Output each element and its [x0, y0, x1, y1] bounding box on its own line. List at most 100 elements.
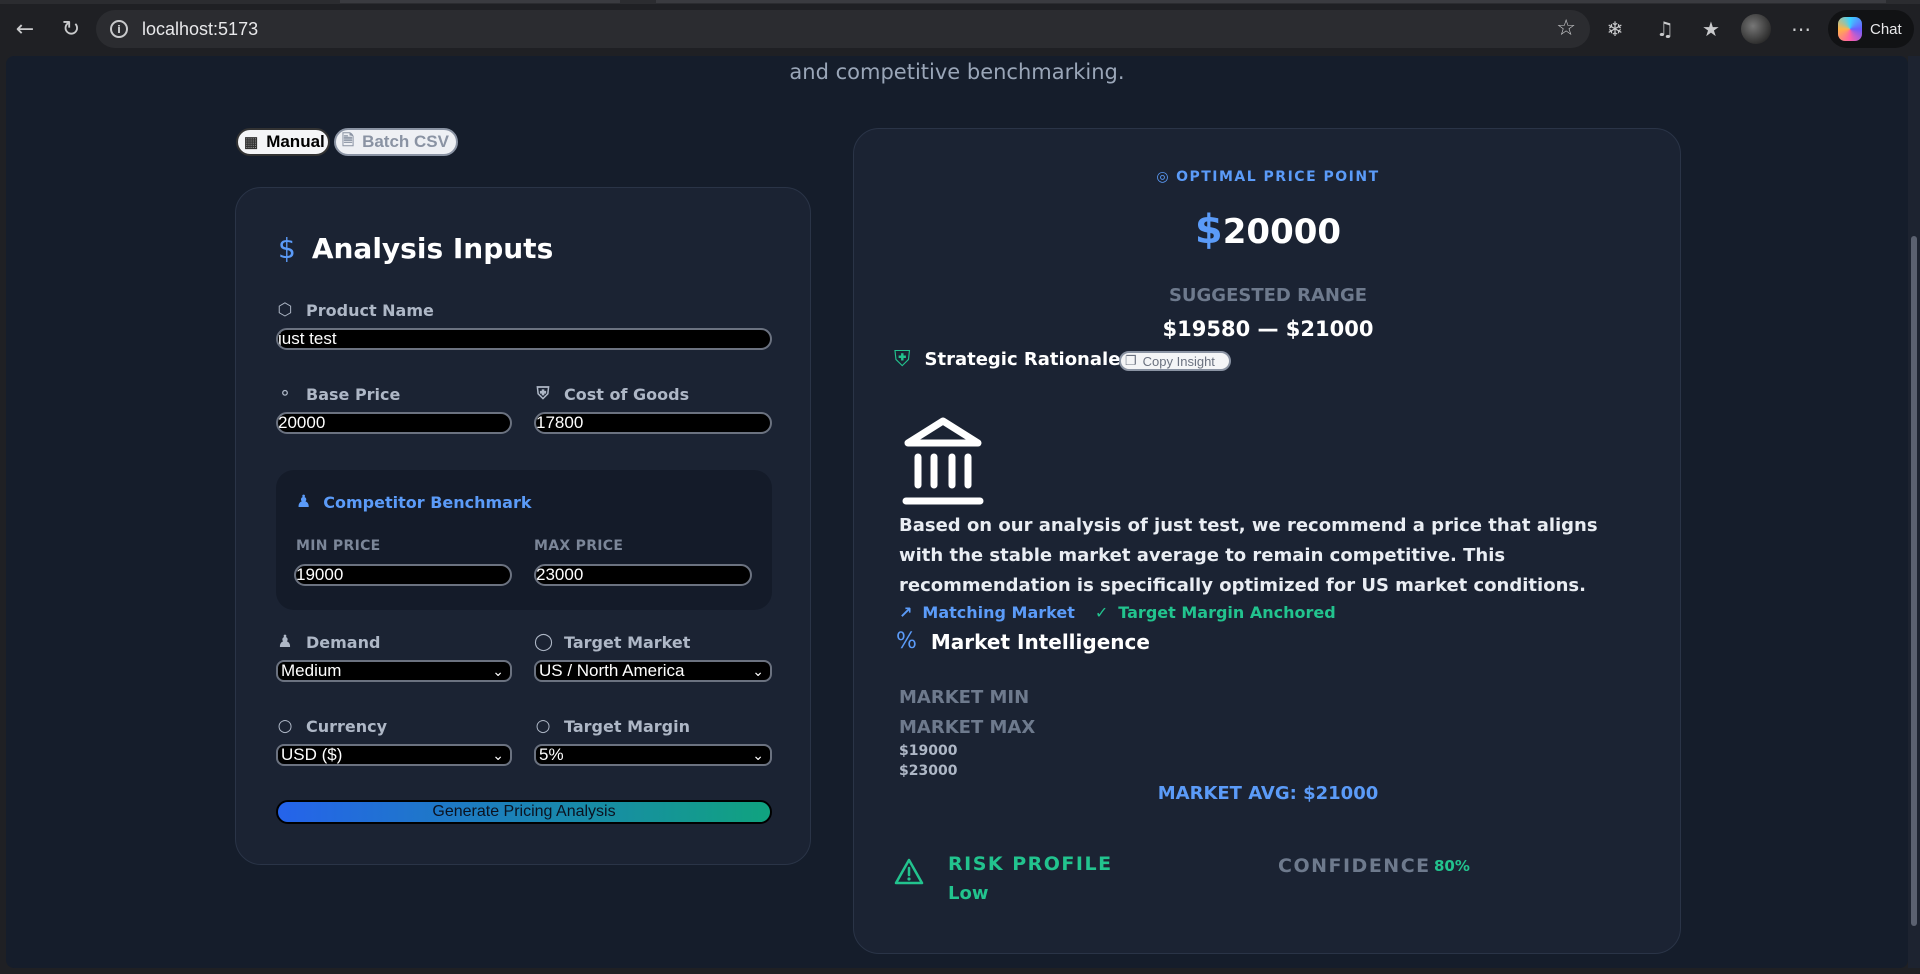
risk-profile-label: RISK PROFILE [948, 853, 1113, 875]
globe-icon: ◯ [534, 632, 554, 652]
copy-icon: ❐ [1125, 353, 1137, 368]
rationale-text: Based on our analysis of just test, we r… [899, 515, 1598, 596]
tab-indicator[interactable] [656, 0, 1886, 3]
base-price-label-text: Base Price [306, 384, 401, 404]
demand-label: ♟ Demand [276, 632, 380, 652]
margin-anchored-text: Target Margin Anchored [1118, 603, 1336, 622]
inputs-title: Analysis Inputs [311, 232, 554, 265]
cost-of-goods-label-text: Cost of Goods [564, 384, 690, 404]
favorites-icon[interactable]: ★ [1694, 12, 1728, 46]
target-margin-value: 5% [539, 745, 564, 764]
target-margin-label: ○ Target Margin [534, 716, 690, 736]
min-price-label: MIN PRICE [296, 538, 381, 554]
currency-label-text: Currency [306, 716, 388, 736]
max-price-input[interactable]: 23000 [534, 564, 752, 586]
base-price-input[interactable]: 20000 [276, 412, 512, 434]
insight-tags: ↗ Matching Market ✓ Target Margin Anchor… [899, 603, 1336, 622]
copy-insight-button[interactable]: ❐ Copy Insight [1119, 351, 1231, 371]
confidence-value: 80% [1434, 857, 1470, 875]
target-margin-label-text: Target Margin [564, 716, 690, 736]
package-icon: ⬡ [277, 300, 293, 320]
manual-mode-label: Manual [266, 132, 325, 151]
media-icon[interactable]: ♫ [1648, 12, 1682, 46]
target-market-label: ◯ Target Market [534, 632, 690, 652]
back-arrow-icon[interactable]: ← [8, 12, 42, 46]
target-market-label-text: Target Market [564, 632, 691, 652]
address-bar[interactable]: i localhost:5173 ☆ [96, 10, 1590, 48]
chevron-down-icon: ⌄ [492, 747, 504, 763]
chevron-down-icon: ⌄ [752, 747, 764, 763]
risk-profile-value: Low [948, 883, 989, 904]
more-menu-icon[interactable]: ⋯ [1784, 12, 1818, 46]
page-subtitle: and competitive benchmarking. [789, 60, 1125, 84]
generate-pricing-button[interactable]: Generate Pricing Analysis [276, 800, 772, 824]
info-icon[interactable]: i [110, 20, 128, 38]
shield-check-icon: ⛨ [894, 347, 911, 372]
target-market-select[interactable]: US / North America ⌄ [534, 660, 772, 682]
tab-indicator[interactable] [340, 0, 620, 3]
page-scrollbar[interactable] [1908, 56, 1920, 968]
chevron-down-icon: ⌄ [492, 663, 504, 679]
currency-select[interactable]: USD ($) ⌄ [276, 744, 512, 766]
batch-csv-label: Batch CSV [362, 132, 449, 151]
strategic-rationale-heading: ⛨ Strategic Rationale [894, 347, 1120, 372]
product-name-label-text: Product Name [306, 300, 434, 320]
pricing-result-card: ◎ OPTIMAL PRICE POINT $20000 SUGGESTED RA… [853, 128, 1681, 954]
copy-insight-label: Copy Insight [1142, 353, 1215, 369]
chat-label: Chat [1870, 20, 1902, 38]
margin-anchored-tag: ✓ Target Margin Anchored [1095, 603, 1336, 622]
coins-icon: ○ [277, 716, 293, 736]
market-intelligence-title: Market Intelligence [930, 629, 1150, 654]
file-upload-icon: 🗎 [342, 131, 355, 149]
cost-of-goods-input[interactable]: 17800 [534, 412, 772, 434]
competitor-benchmark-panel: ♟ Competitor Benchmark MIN PRICE 19000 M… [276, 470, 772, 610]
product-name-label: ⬡ Product Name [276, 300, 434, 320]
tag-icon: ⚬ [277, 384, 293, 404]
chevron-down-icon: ⌄ [752, 663, 764, 679]
cost-of-goods-label: ⛨ Cost of Goods [534, 384, 689, 404]
coins-icon: ○ [535, 716, 551, 736]
benchmark-title: ♟ Competitor Benchmark [296, 492, 532, 512]
manual-mode-button[interactable]: ▦ Manual [236, 128, 330, 156]
confidence-label: CONFIDENCE [1278, 855, 1431, 877]
grid-icon: ▦ [244, 134, 259, 151]
demand-value: Medium [281, 661, 342, 680]
market-max-value: $23000 [899, 763, 958, 779]
check-circle-icon: ✓ [1094, 603, 1109, 622]
currency-value: USD ($) [281, 745, 343, 764]
matching-market-text: Matching Market [922, 603, 1075, 622]
warning-triangle-icon [894, 858, 924, 885]
optimal-price-value: 20000 [1222, 212, 1342, 252]
min-price-input[interactable]: 19000 [294, 564, 512, 586]
dollar-icon: $ [278, 232, 296, 265]
target-icon: ◎ [1156, 169, 1171, 185]
optimal-price-label-text: OPTIMAL PRICE POINT [1176, 169, 1380, 185]
profile-avatar[interactable] [1741, 14, 1771, 44]
analysis-inputs-card: $ Analysis Inputs ⬡ Product Name just te… [235, 187, 811, 865]
market-average: MARKET AVG: $21000 [1157, 783, 1379, 804]
target-margin-select[interactable]: 5% ⌄ [534, 744, 772, 766]
target-market-value: US / North America [539, 661, 685, 680]
reload-icon[interactable]: ↻ [54, 12, 88, 46]
suggested-range-label: SUGGESTED RANGE [1168, 285, 1368, 306]
shield-icon: ⛨ [536, 384, 550, 404]
optimal-price: $20000 [854, 207, 1682, 253]
market-max-label: MARKET MAX [899, 717, 1036, 738]
users-icon: ♟ [277, 632, 293, 652]
batch-csv-button[interactable]: 🗎 Batch CSV [334, 128, 458, 156]
optimal-price-label: ◎ OPTIMAL PRICE POINT [854, 169, 1682, 185]
demand-select[interactable]: Medium ⌄ [276, 660, 512, 682]
url-text[interactable]: localhost:5173 [142, 19, 258, 40]
currency-label: ○ Currency [276, 716, 388, 736]
currency-symbol: $ [1194, 207, 1223, 253]
demand-label-text: Demand [306, 632, 381, 652]
scrollbar-thumb[interactable] [1911, 236, 1917, 926]
product-name-input[interactable]: just test [276, 328, 772, 350]
copilot-chat-button[interactable]: Chat [1828, 10, 1914, 48]
browser-toolbar: ← ↻ i localhost:5173 ☆ ❄ ♫ ★ ⋯ Chat [0, 0, 1920, 56]
extensions-icon[interactable]: ❄ [1598, 12, 1632, 46]
inputs-heading: $ Analysis Inputs [278, 232, 553, 265]
users-icon: ♟ [296, 492, 312, 512]
page-viewport: and competitive benchmarking. ▦ Manual 🗎… [6, 56, 1908, 968]
favorite-star-icon[interactable]: ☆ [1556, 16, 1576, 41]
